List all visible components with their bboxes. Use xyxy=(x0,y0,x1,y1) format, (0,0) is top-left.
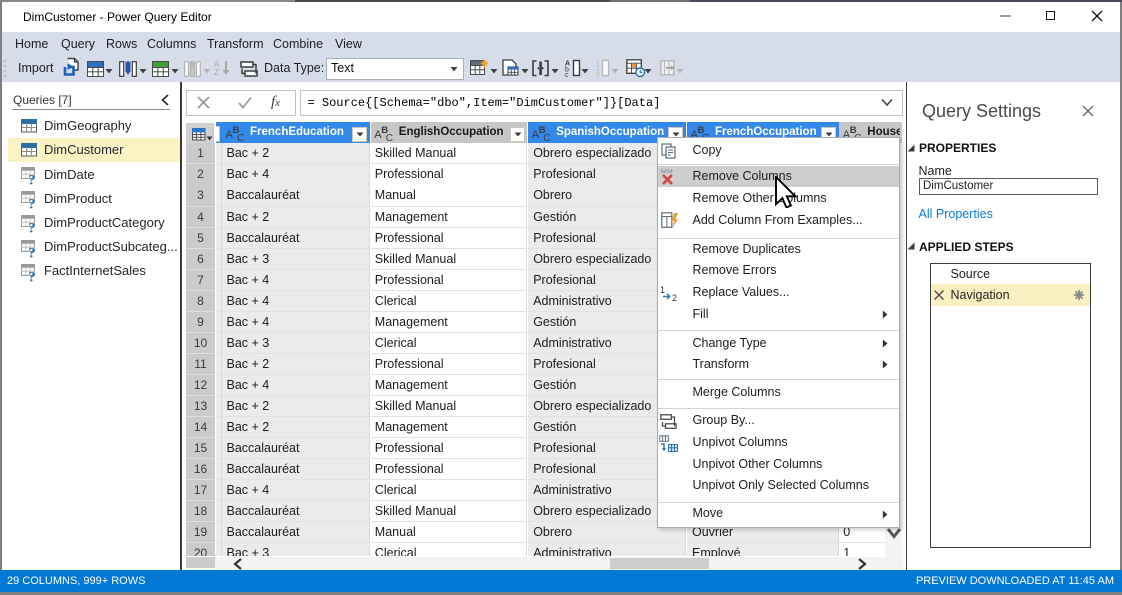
svg-text:?: ? xyxy=(28,245,36,259)
svg-text:?: ? xyxy=(28,197,36,211)
svg-text:1: 1 xyxy=(660,285,665,295)
svg-text:?: ? xyxy=(28,173,36,187)
svg-text:3: 3 xyxy=(596,72,600,78)
svg-text:2: 2 xyxy=(672,293,677,302)
svg-text:Z: Z xyxy=(214,68,219,77)
svg-text:?: ? xyxy=(28,221,36,235)
svg-text:?: ? xyxy=(28,269,36,283)
svg-text:c: c xyxy=(565,72,569,77)
